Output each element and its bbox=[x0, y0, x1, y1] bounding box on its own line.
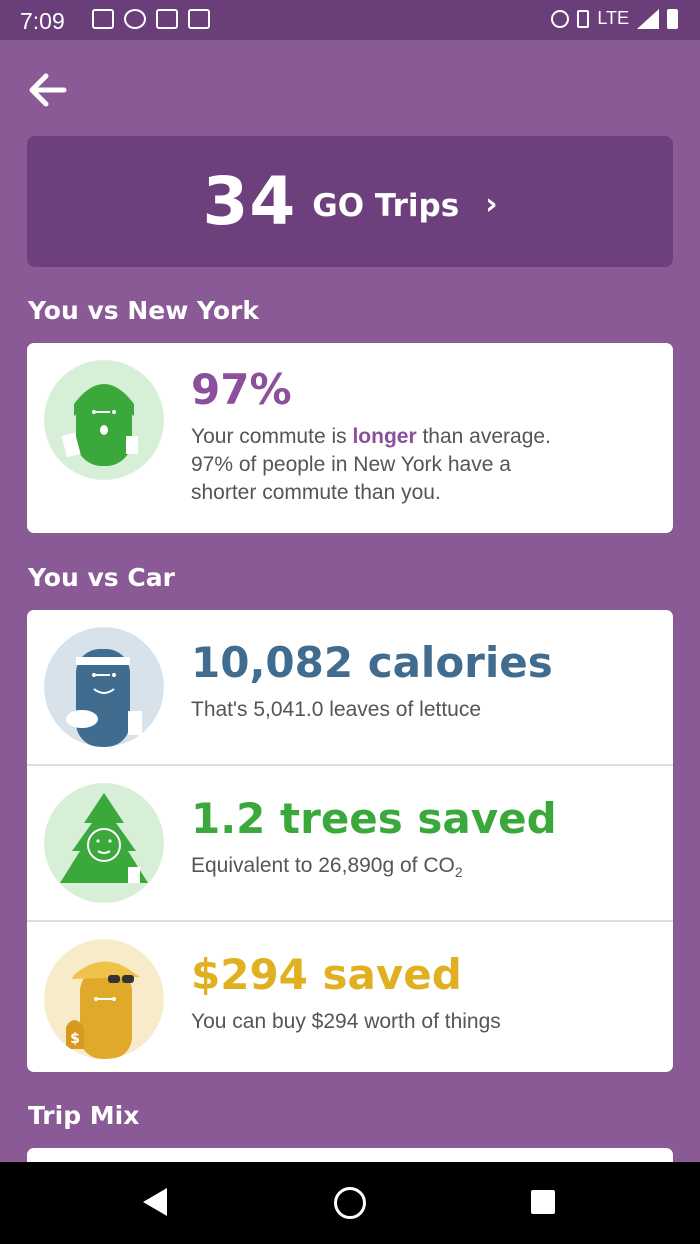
money-row: $ $294 saved You can buy $294 worth of t… bbox=[27, 922, 673, 1072]
commute-line-3: shorter commute than you. bbox=[191, 481, 441, 504]
tree-avatar-icon bbox=[44, 783, 164, 903]
commuter-avatar-icon bbox=[44, 360, 164, 480]
commute-text-post: than average. bbox=[416, 425, 551, 448]
commute-percent: 97% bbox=[191, 365, 292, 414]
trees-desc-text: Equivalent to 26,890g of CO bbox=[191, 854, 455, 877]
signal-icon bbox=[637, 8, 659, 29]
nav-home-button[interactable] bbox=[334, 1187, 366, 1219]
section-you-vs-city: You vs New York bbox=[28, 296, 259, 325]
battery-icon bbox=[667, 8, 678, 29]
gmail-icon-2 bbox=[188, 9, 210, 29]
slack-icon bbox=[124, 9, 146, 29]
calories-metric: 10,082 calories bbox=[191, 638, 553, 687]
news-icon bbox=[92, 9, 114, 29]
status-time: 7:09 bbox=[20, 8, 65, 34]
calories-row: 10,082 calories That's 5,041.0 leaves of… bbox=[27, 610, 673, 766]
trees-metric: 1.2 trees saved bbox=[191, 794, 557, 843]
money-metric: $294 saved bbox=[191, 950, 462, 999]
athlete-avatar-icon bbox=[44, 627, 164, 747]
chevron-right-icon: › bbox=[485, 187, 498, 222]
status-bar: 7:09 LTE bbox=[0, 0, 700, 40]
calories-description: That's 5,041.0 leaves of lettuce bbox=[191, 698, 482, 721]
arrow-left-icon bbox=[29, 73, 67, 107]
trip-count: 34 bbox=[202, 163, 297, 240]
trees-row: 1.2 trees saved Equivalent to 26,890g of… bbox=[27, 766, 673, 922]
money-avatar-icon: $ bbox=[44, 939, 164, 1059]
commute-text-pre: Your commute is bbox=[191, 425, 353, 448]
back-button[interactable] bbox=[28, 72, 68, 108]
network-type: LTE bbox=[597, 8, 629, 28]
section-you-vs-car: You vs Car bbox=[28, 563, 175, 592]
gmail-icon bbox=[156, 9, 178, 29]
commute-description: Your commute is longer than average. 97%… bbox=[191, 423, 651, 507]
alarm-icon bbox=[551, 9, 570, 28]
system-icons: LTE bbox=[551, 8, 678, 29]
trees-description: Equivalent to 26,890g of CO2 bbox=[191, 852, 651, 886]
car-comparison-card: 10,082 calories That's 5,041.0 leaves of… bbox=[27, 610, 673, 1072]
co2-subscript: 2 bbox=[454, 864, 463, 881]
notification-icons bbox=[92, 9, 210, 29]
go-trips-banner[interactable]: 34 GO Trips › bbox=[27, 136, 673, 267]
navigation-bar bbox=[0, 1162, 700, 1244]
svg-text:$: $ bbox=[70, 1031, 80, 1047]
commute-highlight: longer bbox=[352, 425, 417, 448]
commute-line-2: 97% of people in New York have a bbox=[191, 453, 511, 476]
nav-back-button[interactable] bbox=[143, 1188, 167, 1216]
money-description: You can buy $294 worth of things bbox=[191, 1010, 501, 1033]
vibrate-icon bbox=[577, 9, 590, 28]
commute-row: 97% Your commute is longer than average.… bbox=[27, 343, 673, 533]
trip-label: GO Trips bbox=[312, 187, 460, 224]
nav-recents-button[interactable] bbox=[531, 1190, 555, 1214]
commute-card: 97% Your commute is longer than average.… bbox=[27, 343, 673, 533]
section-trip-mix: Trip Mix bbox=[28, 1101, 140, 1130]
